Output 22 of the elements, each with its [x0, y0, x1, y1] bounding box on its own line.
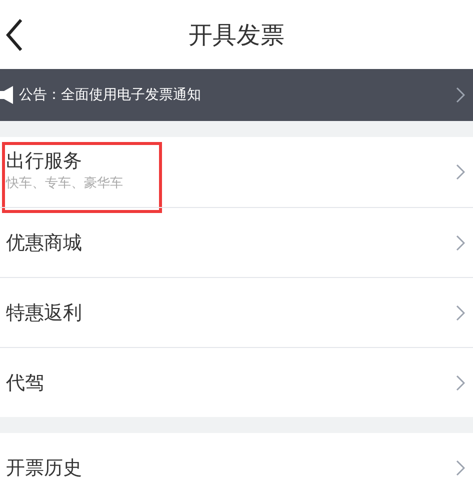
- notice-text: 公告：全面使用电子发票通知: [19, 86, 202, 104]
- chevron-right-icon: [456, 460, 465, 476]
- chevron-right-icon: [456, 164, 465, 180]
- menu-item[interactable]: 出行服务 快车、专车、豪华车: [0, 137, 473, 207]
- menu-item-label: 特惠返利: [6, 302, 83, 324]
- menu-item-label: 优惠商城: [6, 232, 83, 254]
- menu-item[interactable]: 开票历史: [0, 433, 473, 480]
- menu-item-label: 出行服务: [6, 150, 83, 172]
- menu-item-subtitle: 快车、专车、豪华车: [6, 175, 124, 194]
- menu-item[interactable]: 特惠返利: [0, 277, 473, 347]
- menu-item-label: 开票历史: [6, 457, 83, 479]
- chevron-right-icon: [456, 304, 465, 320]
- menu-item[interactable]: 优惠商城: [0, 207, 473, 277]
- notice-bar[interactable]: 公告：全面使用电子发票通知: [0, 69, 473, 121]
- menu-item[interactable]: 代驾: [0, 347, 473, 417]
- chevron-right-icon: [456, 234, 465, 250]
- chevron-right-icon: [456, 374, 465, 390]
- page-title: 开具发票: [188, 20, 284, 50]
- back-icon: [5, 18, 23, 52]
- megaphone-icon: [0, 85, 14, 105]
- menu-item-label: 代驾: [6, 372, 45, 394]
- chevron-right-icon: [456, 87, 465, 103]
